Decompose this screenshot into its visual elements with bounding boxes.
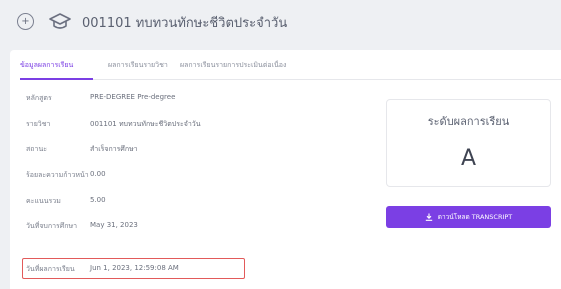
info-label: คะแนนรวม bbox=[26, 197, 61, 205]
info-value: 0.00 bbox=[90, 170, 106, 178]
download-transcript-button[interactable]: ดาวน์โหลด TRANSCRIPT bbox=[386, 206, 551, 228]
grade-card: ระดับผลการเรียน A bbox=[386, 99, 551, 187]
course-detail-card: ข้อมูลผลการเรียน ผลการเรียนรายวิชา ผลการ… bbox=[10, 50, 561, 289]
grade-title: ระดับผลการเรียน bbox=[427, 115, 510, 128]
info-label: หลักสูตร bbox=[26, 94, 52, 102]
info-label: ร้อยละความก้าวหน้า bbox=[26, 171, 89, 179]
highlight-box bbox=[22, 258, 245, 279]
graduation-cap-icon bbox=[49, 13, 71, 29]
info-label: วันที่จบการศึกษา bbox=[26, 222, 78, 230]
page-title: 001101 ทบทวนทักษะชีวิตประจำวัน bbox=[82, 16, 288, 31]
info-label: รายวิชา bbox=[26, 120, 51, 128]
tab-course-grades[interactable]: ผลการเรียนรายวิชา bbox=[108, 60, 168, 71]
info-value: PRE-DEGREE Pre-degree bbox=[90, 93, 176, 101]
active-tab-indicator bbox=[20, 78, 93, 80]
download-icon bbox=[425, 213, 432, 221]
info-value: 5.00 bbox=[90, 196, 106, 204]
download-transcript-label: ดาวน์โหลด TRANSCRIPT bbox=[437, 213, 513, 221]
info-value: สำเร็จการศึกษา bbox=[90, 145, 138, 153]
tab-continuous-assessment[interactable]: ผลการเรียนรายการประเมินต่อเนื่อง bbox=[180, 60, 286, 71]
info-value: 001101 ทบทวนทักษะชีวิตประจำวัน bbox=[90, 120, 201, 128]
tab-grade-info[interactable]: ข้อมูลผลการเรียน bbox=[20, 60, 73, 71]
info-value: May 31, 2023 bbox=[90, 221, 138, 229]
circle-plus-icon[interactable]: + bbox=[17, 13, 34, 30]
grade-value: A bbox=[460, 146, 477, 171]
tab-bar: ข้อมูลผลการเรียน ผลการเรียนรายวิชา ผลการ… bbox=[20, 50, 561, 80]
info-label: สถานะ bbox=[26, 145, 47, 153]
header-bar: + 001101 ทบทวนทักษะชีวิตประจำวัน bbox=[0, 0, 561, 44]
